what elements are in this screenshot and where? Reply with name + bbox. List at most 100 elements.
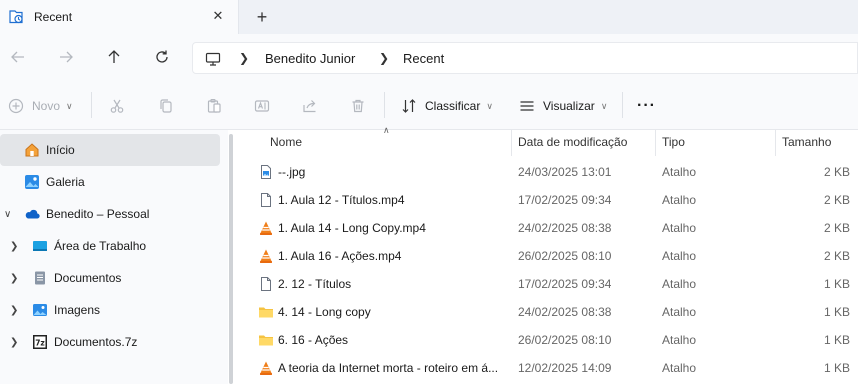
sort-icon [402, 99, 416, 113]
chevron-right-icon[interactable]: ❯ [10, 241, 18, 252]
forward-button[interactable] [56, 47, 76, 67]
file-date: 24/02/2025 08:38 [518, 305, 612, 319]
file-type: Atalho [662, 333, 697, 347]
file-row[interactable]: --.jpg 24/03/2025 13:01 Atalho 2 KB [236, 158, 858, 186]
file-row[interactable]: 1. Aula 16 - Ações.mp4 26/02/2025 08:10 At… [236, 242, 858, 270]
file-icon [261, 277, 271, 291]
back-button[interactable] [8, 47, 28, 67]
view-button[interactable]: Visualizar ∨ [519, 96, 607, 116]
file-list: ∧ Nome Data de modificação Tipo Tamanho … [236, 125, 858, 384]
vlc-icon [260, 249, 272, 263]
file-date: 24/03/2025 13:01 [518, 165, 612, 179]
chevron-right-icon[interactable]: ❯ [10, 337, 18, 348]
more-options-button[interactable]: ··· [637, 96, 656, 116]
chevron-right-icon: ❯ [379, 51, 390, 65]
file-name: 4. 14 - Long copy [278, 305, 371, 319]
column-name[interactable]: Nome [270, 135, 302, 149]
paste-button[interactable] [206, 96, 222, 116]
column-divider[interactable] [775, 130, 776, 156]
breadcrumb-user[interactable]: Benedito Junior [265, 51, 355, 66]
file-date: 17/02/2025 09:34 [518, 193, 612, 207]
this-pc-icon [205, 52, 221, 66]
breadcrumb-recent[interactable]: Recent [403, 51, 444, 66]
sidebar-item-label: Documentos [54, 271, 122, 285]
chevron-down-icon: ∨ [66, 100, 73, 111]
file-size: 1 KB [823, 361, 850, 375]
view-list-icon [520, 101, 534, 111]
sidebar-item-label: Imagens [54, 303, 101, 317]
refresh-button[interactable] [152, 47, 172, 67]
file-name: --.jpg [278, 165, 306, 179]
column-date[interactable]: Data de modificação [518, 135, 627, 149]
tab-recent[interactable]: Recent ✕ [0, 0, 239, 34]
file-type: Atalho [662, 193, 697, 207]
sidebar-item-home[interactable]: Início [0, 134, 220, 166]
file-row[interactable]: 1. Aula 14 - Long Copy.mp4 24/02/2025 08:… [236, 214, 858, 242]
file-row[interactable]: 1. Aula 12 - Títulos.mp4 17/02/2025 09:34… [236, 186, 858, 214]
file-date: 17/02/2025 09:34 [518, 277, 612, 291]
sidebar-item-gallery[interactable]: Galeria [0, 166, 220, 198]
sidebar-item-desktop[interactable]: ❯ Área de Trabalho [0, 230, 220, 262]
file-row[interactable]: 6. 16 - Ações 26/02/2025 08:10 Atalho 1 KB [236, 326, 858, 354]
file-date: 24/02/2025 08:38 [518, 221, 612, 235]
chevron-right-icon[interactable]: ❯ [10, 305, 18, 316]
new-tab-button[interactable]: + [252, 7, 272, 27]
column-divider[interactable] [511, 130, 512, 156]
column-divider[interactable] [655, 130, 656, 156]
navigation-bar: ❯ Benedito Junior ❯ Recent [0, 34, 858, 80]
toolbar-divider [91, 92, 92, 118]
file-row[interactable]: 2. 12 - Títulos 17/02/2025 09:34 Atalho 1 K… [236, 270, 858, 298]
recent-folder-icon [9, 10, 23, 24]
sidebar-item-pictures[interactable]: ❯ Imagens [0, 294, 220, 326]
file-row[interactable]: A teoria da Internet morta - roteiro em … [236, 354, 858, 382]
svg-text:7z: 7z [35, 339, 45, 348]
navigation-pane: Início Galeria ∨ Benedito – Pessoal ❯ Ár… [0, 130, 228, 384]
new-label: Novo [32, 99, 61, 113]
file-date: 12/02/2025 14:09 [518, 361, 612, 375]
file-type: Atalho [662, 165, 697, 179]
file-name: 1. Aula 16 - Ações.mp4 [278, 249, 402, 263]
sidebar-item-onedrive[interactable]: ∨ Benedito – Pessoal [0, 198, 220, 230]
address-bar[interactable]: ❯ Benedito Junior ❯ Recent [192, 42, 858, 74]
chevron-right-icon[interactable]: ❯ [10, 273, 18, 284]
pictures-folder-icon [33, 304, 47, 316]
delete-button[interactable] [350, 96, 366, 116]
close-tab-icon[interactable]: ✕ [210, 8, 226, 24]
sidebar-item-label: Galeria [46, 175, 85, 189]
file-name: A teoria da Internet morta - roteiro em … [278, 361, 499, 375]
file-name: 6. 16 - Ações [278, 333, 349, 347]
vlc-icon [260, 221, 272, 235]
file-name: 1. Aula 12 - Títulos.mp4 [278, 193, 405, 207]
view-label: Visualizar [543, 99, 595, 113]
sort-ascending-icon: ∧ [383, 125, 390, 135]
sidebar-item-documents[interactable]: ❯ Documentos [0, 262, 220, 294]
sort-button[interactable]: Classificar ∨ [401, 96, 493, 116]
file-size: 2 KB [823, 221, 850, 235]
copy-button[interactable] [158, 96, 174, 116]
sidebar-item-label: Início [46, 143, 75, 157]
sidebar-scrollbar[interactable] [229, 134, 233, 384]
share-button[interactable] [302, 96, 318, 116]
scissors-icon [110, 99, 124, 113]
file-row[interactable]: 4. 14 - Long copy 24/02/2025 08:38 Atalho 1… [236, 298, 858, 326]
up-button[interactable] [104, 47, 124, 67]
documents-folder-icon [35, 271, 45, 285]
plus-circle-icon [8, 98, 24, 114]
sidebar-item-archive[interactable]: ❯ 7z Documentos.7z [0, 326, 220, 358]
trash-icon [352, 99, 364, 113]
column-type[interactable]: Tipo [662, 135, 685, 149]
toolbar-divider [384, 92, 385, 118]
cut-button[interactable] [109, 96, 125, 116]
new-button[interactable]: Novo ∨ [8, 96, 73, 116]
chevron-down-icon[interactable]: ∨ [4, 209, 11, 220]
archive-icon: 7z [33, 335, 47, 349]
sidebar-item-label: Benedito – Pessoal [46, 207, 150, 221]
file-date: 26/02/2025 08:10 [518, 333, 612, 347]
refresh-icon [156, 50, 168, 63]
tab-title: Recent [34, 10, 73, 24]
file-size: 1 KB [823, 333, 850, 347]
toolbar-divider [622, 92, 623, 118]
rename-button[interactable] [254, 96, 270, 116]
file-name: 1. Aula 14 - Long Copy.mp4 [278, 221, 426, 235]
column-size[interactable]: Tamanho [782, 135, 831, 149]
